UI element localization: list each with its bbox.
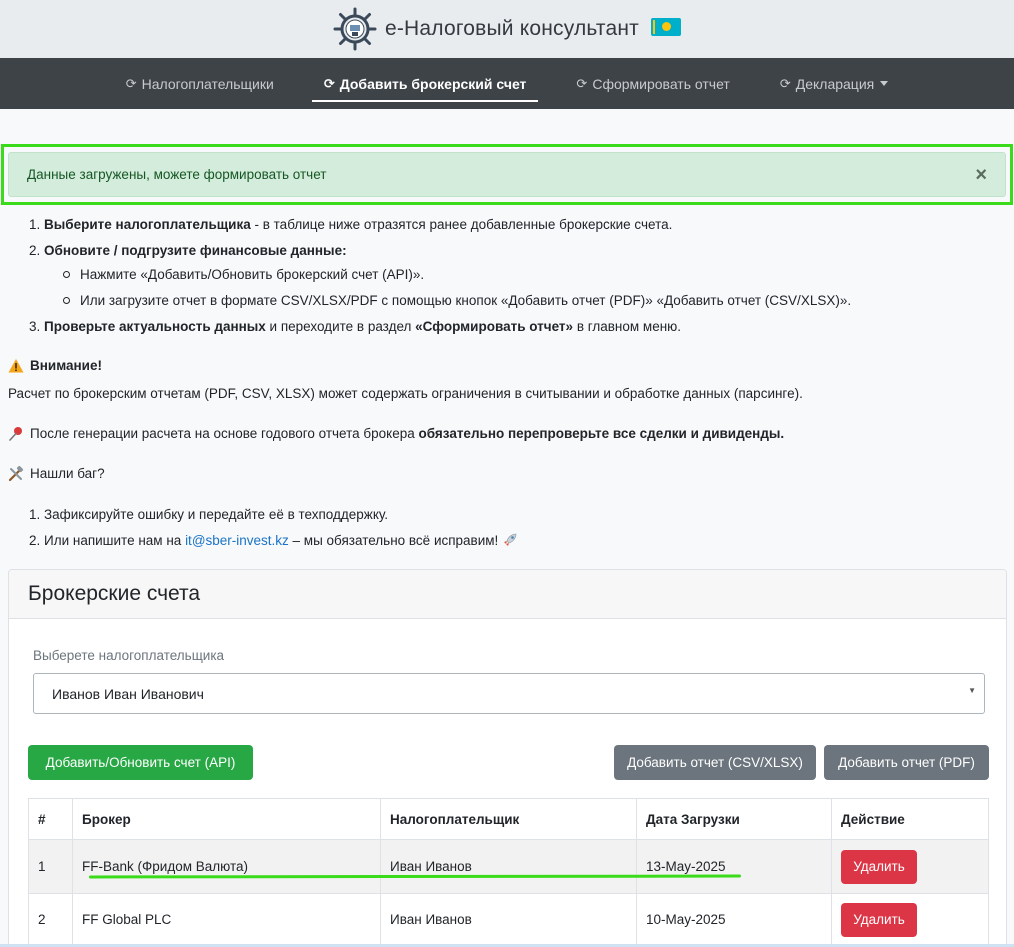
pin-note: После генерации расчета на основе годово… [8,423,998,444]
col-header-broker: Брокер [72,798,381,840]
nav-item-label: Декларация [795,75,875,92]
col-header-taxpayer: Налогоплательщик [380,798,637,840]
nav-item-label: Налогоплательщики [141,75,274,92]
add-update-account-api-button[interactable]: Добавить/Обновить счет (API) [28,745,253,780]
bug-heading: Нашли баг? [8,463,998,484]
warning-title: Внимание! [30,358,102,373]
rocket-icon [504,533,517,546]
broker-accounts-card: Брокерские счета Выберете налогоплательщ… [8,569,1007,947]
step-bold: Выберите налогоплательщика [44,217,251,232]
step-bold: Проверьте актуальность данных [44,319,266,334]
pin-note-text: После генерации расчета на основе годово… [30,423,784,444]
nav-item-label: Добавить брокерский счет [339,75,527,92]
success-alert: Данные загружены, можете формировать отч… [8,152,1006,197]
delete-button[interactable]: Удалить [841,902,917,937]
nav-item-add-broker-account[interactable]: ⟳ Добавить брокерский счет [311,58,539,109]
step-item: Обновите / подгрузите финансовые данные:… [44,240,998,311]
col-header-number: # [28,798,73,840]
bug-step-text: – мы обязательно всё исправим! [288,533,503,548]
table-row: 1 FF-Bank (Фридом Валюта) Иван Иванов 13… [28,839,989,894]
tools-icon [8,465,24,481]
step-text: - в таблице ниже отразятся ранее добавле… [250,217,673,232]
table-row: 2 FF Global PLC Иван Иванов 10-May-2025 … [28,893,989,946]
bug-step-text: Или напишите нам на [44,533,186,548]
cell-number: 1 [28,839,73,894]
nav-item-declaration-dropdown[interactable]: ⟳ Декларация [768,58,900,109]
card-title: Брокерские счета [9,570,1006,619]
add-report-pdf-button[interactable]: Добавить отчет (PDF) [824,745,989,780]
bug-title: Нашли баг? [30,466,105,481]
main-navbar: ⟳ Налогоплательщики ⟳ Добавить брокерски… [0,58,1014,109]
pin-text: После генерации расчета на основе годово… [30,426,419,441]
caret-down-icon [880,81,889,86]
cell-taxpayer: Иван Иванов [380,839,637,894]
add-report-csv-xlsx-button[interactable]: Добавить отчет (CSV/XLSX) [614,745,816,780]
warning-heading: Внимание! [8,355,998,376]
instructions-block: Выберите налогоплательщика - в таблице н… [8,214,998,556]
kazakhstan-flag-icon [651,18,682,36]
substep-item: Нажмите «Добавить/Обновить брокерский сч… [63,264,998,285]
refresh-icon: ⟳ [125,75,137,91]
taxpayer-select[interactable]: Иванов Иван Иванович ▼ [33,673,985,714]
step-item: Выберите налогоплательщика - в таблице н… [44,214,998,235]
warning-icon [8,358,24,372]
cell-number: 2 [28,893,73,946]
step-bold: «Сформировать отчет» [415,319,574,334]
col-header-upload-date: Дата Загрузки [636,798,832,840]
step-bold: Обновите / подгрузите финансовые данные: [44,243,347,258]
warning-text: Расчет по брокерским отчетам (PDF, CSV, … [8,386,803,401]
taxpayer-select-label: Выберете налогоплательщика [33,648,225,663]
ship-wheel-icon [333,7,377,51]
close-icon[interactable]: × [975,165,987,185]
nav-item-generate-report[interactable]: ⟳ Сформировать отчет [564,58,741,109]
step-item: Проверьте актуальность данных и переходи… [44,316,998,337]
cell-upload-date: 10-May-2025 [636,893,832,946]
delete-button[interactable]: Удалить [841,849,917,884]
bug-step-item: Зафиксируйте ошибку и передайте её в тех… [44,504,998,525]
top-brand-bar: е-Налоговый консультант [0,0,1014,58]
cell-taxpayer: Иван Иванов [380,893,637,946]
substep-item: Или загрузите отчет в формате CSV/XLSX/P… [63,290,998,311]
cell-action: Удалить [831,893,989,946]
taxpayer-select-value: Иванов Иван Иванович [52,685,204,702]
app-title-text: е-Налоговый консультант [384,17,639,40]
step-text: и переходите в раздел [265,319,416,334]
broker-accounts-table: # Брокер Налогоплательщик Дата Загрузки … [28,798,989,946]
steps-list: Выберите налогоплательщика - в таблице н… [8,214,998,337]
substeps-list: Нажмите «Добавить/Обновить брокерский сч… [44,264,998,311]
step-text: в главном меню. [573,319,682,334]
refresh-icon: ⟳ [323,75,335,91]
nav-item-taxpayers[interactable]: ⟳ Налогоплательщики [114,58,286,109]
bug-step-item: Или напишите нам на it@sber-invest.kz – … [44,530,998,551]
cell-broker: FF Global PLC [72,893,381,946]
bug-steps-list: Зафиксируйте ошибку и передайте её в тех… [8,504,998,551]
cell-broker: FF-Bank (Фридом Валюта) [72,839,381,894]
alert-message: Данные загружены, можете формировать отч… [27,167,327,182]
col-header-action: Действие [831,798,989,840]
dropdown-arrow-icon: ▼ [968,686,976,695]
support-email-link[interactable]: it@sber-invest.kz [185,533,289,548]
refresh-icon: ⟳ [779,75,791,91]
pin-bold: обязательно перепроверьте все сделки и д… [418,426,785,441]
pushpin-icon [9,426,22,441]
app-title: е-Налоговый консультант [384,17,682,41]
alert-highlight-frame: Данные загружены, можете формировать отч… [1,144,1013,205]
table-header-row: # Брокер Налогоплательщик Дата Загрузки … [28,798,989,840]
cell-action: Удалить [831,839,989,894]
nav-item-label: Сформировать отчет [592,75,730,92]
cell-upload-date: 13-May-2025 [636,839,832,894]
refresh-icon: ⟳ [576,75,588,91]
